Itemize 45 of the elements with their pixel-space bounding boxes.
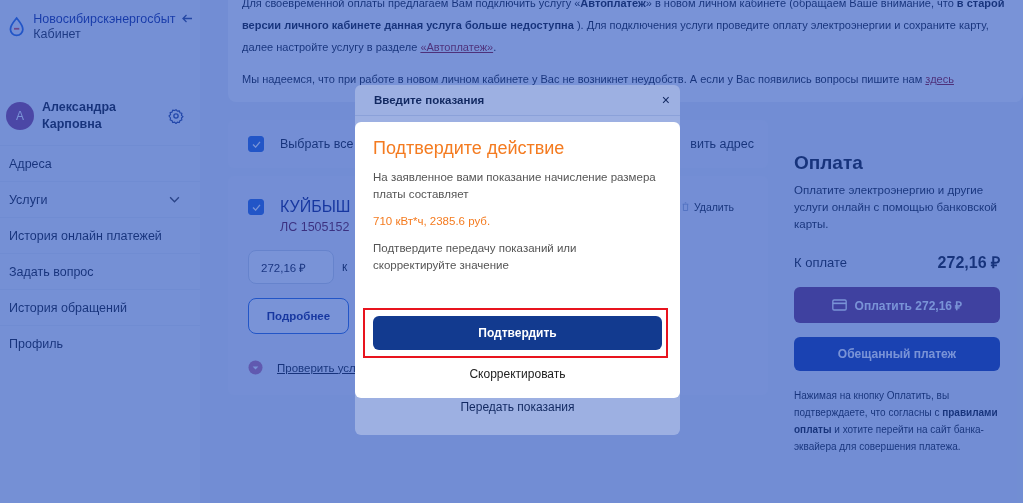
dialog-title: Подтвердите действие <box>373 138 565 159</box>
check-icon <box>251 140 261 148</box>
charge-amount: 710 кВт*ч, 2385.6 руб. <box>373 215 491 227</box>
sidebar-item[interactable]: История онлайн платежей <box>0 217 200 253</box>
close-button[interactable]: × <box>661 92 670 108</box>
brand-subtitle: Кабинет <box>33 27 82 42</box>
sidebar-item[interactable]: Профиль <box>0 325 200 361</box>
back-arrow-icon[interactable] <box>181 12 194 25</box>
sidebar-item[interactable]: Услуги <box>0 181 200 217</box>
delete-link[interactable]: Удалить <box>693 201 734 213</box>
dialog-question: Подтвердите передачу показаний или скорректируйте значение <box>373 241 578 273</box>
select-all-label: Выбрать все <box>280 137 354 151</box>
account-number: ЛС 1505152 <box>280 220 350 234</box>
account-address: КУЙБЫШ <box>280 198 351 216</box>
notice-paragraph: Мы надеемся, что при работе в новом личном кабинете у Вас не возникнет неудобств. А если у Вас появились вопросы пишите нам здесь <box>242 72 955 87</box>
sidebar-item[interactable]: Адреса <box>0 145 200 181</box>
promised-payment-button[interactable]: Обещанный платеж <box>794 337 1000 371</box>
brand-name: Новосибирскэнергосбыт <box>33 12 176 27</box>
due-label: К оплате <box>794 254 848 270</box>
check-services-link[interactable]: Проверить усл <box>277 361 356 374</box>
payment-footnote: Нажимая на кнопку Оплатить, вы подтверждаете, что согласны с правилами оплаты и хотите перейти на сайт банка-эквайера для совершения платежа. <box>794 389 999 454</box>
payment-title: Оплата <box>794 152 864 174</box>
confirm-button[interactable]: Подтвердить <box>373 316 662 350</box>
user-name: Александра Карповна <box>42 99 117 133</box>
amount-caption: к <box>342 260 348 274</box>
sidebar-item[interactable]: Задать вопрос <box>0 253 200 289</box>
check-icon <box>251 203 261 211</box>
submit-readings-button[interactable]: Передать показания <box>460 400 575 414</box>
sidebar-item[interactable]: История обращений <box>0 289 200 325</box>
settings-icon[interactable] <box>168 108 184 124</box>
dialog-text: На заявленное вами показание начисление размера платы составляет <box>373 170 657 202</box>
checkbox[interactable] <box>248 199 264 215</box>
amount-field[interactable]: 272,16 ₽ <box>248 250 334 284</box>
here-link[interactable]: здесь <box>925 73 954 85</box>
payment-description: Оплатите электроэнергию и другие услуги онлайн с помощью банковской карты. <box>794 183 998 232</box>
checkbox[interactable] <box>248 136 264 152</box>
correct-button[interactable]: Скорректировать <box>469 367 566 381</box>
avatar: А <box>6 102 34 130</box>
card-icon <box>831 299 847 311</box>
modal-title: Введите показания <box>374 94 485 106</box>
details-button[interactable]: Подробнее <box>248 298 349 334</box>
due-amount: 272,16 ₽ <box>937 253 1000 273</box>
add-address-link[interactable]: вить адрес <box>690 137 754 151</box>
expand-circle-icon[interactable] <box>248 360 263 375</box>
trash-icon[interactable] <box>681 201 689 213</box>
